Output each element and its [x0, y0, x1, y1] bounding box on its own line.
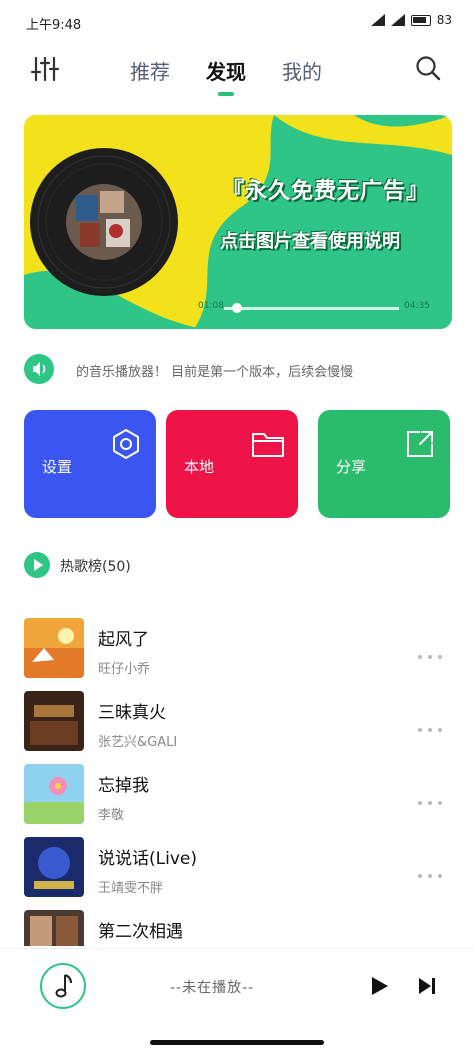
player-status: --未在播放--: [170, 980, 255, 996]
notice-bar: 的音乐播放器！ 目前是第一个版本，后续会慢慢: [24, 354, 452, 384]
song-row[interactable]: 起风了 旺仔小乔: [0, 616, 474, 688]
song-artist: 李敬: [98, 808, 125, 823]
banner-title: 『永久免费无广告』: [222, 179, 430, 204]
share-card-label: 分享: [336, 458, 367, 476]
song-title: 起风了: [98, 630, 149, 650]
banner-subtitle: 点击图片查看使用说明: [220, 231, 400, 252]
tab-recommend[interactable]: 推荐: [130, 56, 170, 85]
top-nav: 推荐 发现 我的: [0, 48, 474, 98]
local-card[interactable]: 本地: [166, 410, 298, 518]
song-artist: 旺仔小乔: [98, 662, 151, 677]
banner-progress-thumb: [232, 303, 242, 313]
song-cover: [24, 837, 84, 897]
music-note-icon: [55, 974, 72, 998]
song-cover: [24, 691, 84, 751]
play-circle-icon: [24, 552, 50, 578]
local-card-label: 本地: [184, 458, 215, 476]
tab-mine[interactable]: 我的: [282, 56, 322, 85]
tab-discover[interactable]: 发现: [206, 56, 246, 96]
song-row[interactable]: 三昧真火 张艺兴&GALI: [0, 689, 474, 761]
gear-icon: [113, 428, 139, 460]
song-artist: 王靖雯不胖: [98, 881, 164, 896]
settings-card[interactable]: 设置: [24, 410, 156, 518]
song-row[interactable]: 说说话(Live) 王靖雯不胖: [0, 835, 474, 907]
notice-text: 的音乐播放器！ 目前是第一个版本，后续会慢慢: [76, 365, 354, 380]
search-icon[interactable]: [414, 54, 442, 82]
player-cover[interactable]: [40, 963, 86, 1009]
more-icon[interactable]: [418, 717, 448, 732]
signal-icon: [370, 14, 385, 26]
equalizer-icon[interactable]: [30, 54, 60, 84]
song-artist: 张艺兴&GALI: [98, 735, 178, 750]
song-cover: [24, 618, 84, 678]
status-time: 上午9:48: [26, 18, 82, 33]
banner-time-right: 04:35: [404, 301, 430, 311]
more-icon[interactable]: [418, 790, 448, 805]
status-bar: 上午9:48 83: [0, 0, 474, 40]
banner-progress-track: [224, 307, 399, 310]
song-cover: [24, 910, 84, 946]
mini-player[interactable]: --未在播放--: [0, 948, 474, 1026]
play-icon[interactable]: [368, 975, 390, 997]
tab-bar: 推荐 发现 我的: [130, 56, 322, 96]
more-icon[interactable]: [418, 936, 448, 944]
song-title: 说说话(Live): [98, 849, 197, 869]
more-icon[interactable]: [418, 863, 448, 878]
song-title: 忘掉我: [98, 776, 149, 796]
share-card[interactable]: 分享: [318, 410, 450, 518]
hot-list-title: 热歌榜(50): [60, 559, 131, 575]
battery-level: 83: [436, 13, 452, 27]
song-title: 三昧真火: [98, 703, 166, 723]
folder-icon: [252, 433, 284, 457]
banner-time-left: 01:08: [198, 301, 224, 311]
song-title: 第二次相遇: [98, 922, 183, 942]
tab-discover-label: 发现: [206, 60, 246, 84]
song-cover: [24, 764, 84, 824]
song-row[interactable]: 忘掉我 李敬: [0, 762, 474, 834]
speaker-icon: [24, 354, 54, 384]
status-icons: 83: [370, 13, 452, 27]
more-icon[interactable]: [418, 644, 448, 659]
next-icon[interactable]: [416, 975, 438, 997]
signal-icon-2: [390, 14, 405, 26]
share-icon: [407, 431, 433, 457]
song-list: 起风了 旺仔小乔 三昧真火 张艺兴&GALI 忘掉我 李敬 说说话(Live) …: [0, 616, 474, 946]
active-tab-indicator: [218, 92, 234, 96]
battery-icon: [410, 14, 431, 26]
quick-actions: 设置 本地 分享: [24, 410, 450, 518]
settings-card-label: 设置: [42, 458, 73, 476]
banner[interactable]: 『永久免费无广告』 点击图片查看使用说明 01:08 04:35: [24, 115, 452, 329]
song-row[interactable]: 第二次相遇: [0, 908, 474, 946]
banner-artwork: [24, 115, 452, 329]
home-indicator: [150, 1040, 324, 1045]
